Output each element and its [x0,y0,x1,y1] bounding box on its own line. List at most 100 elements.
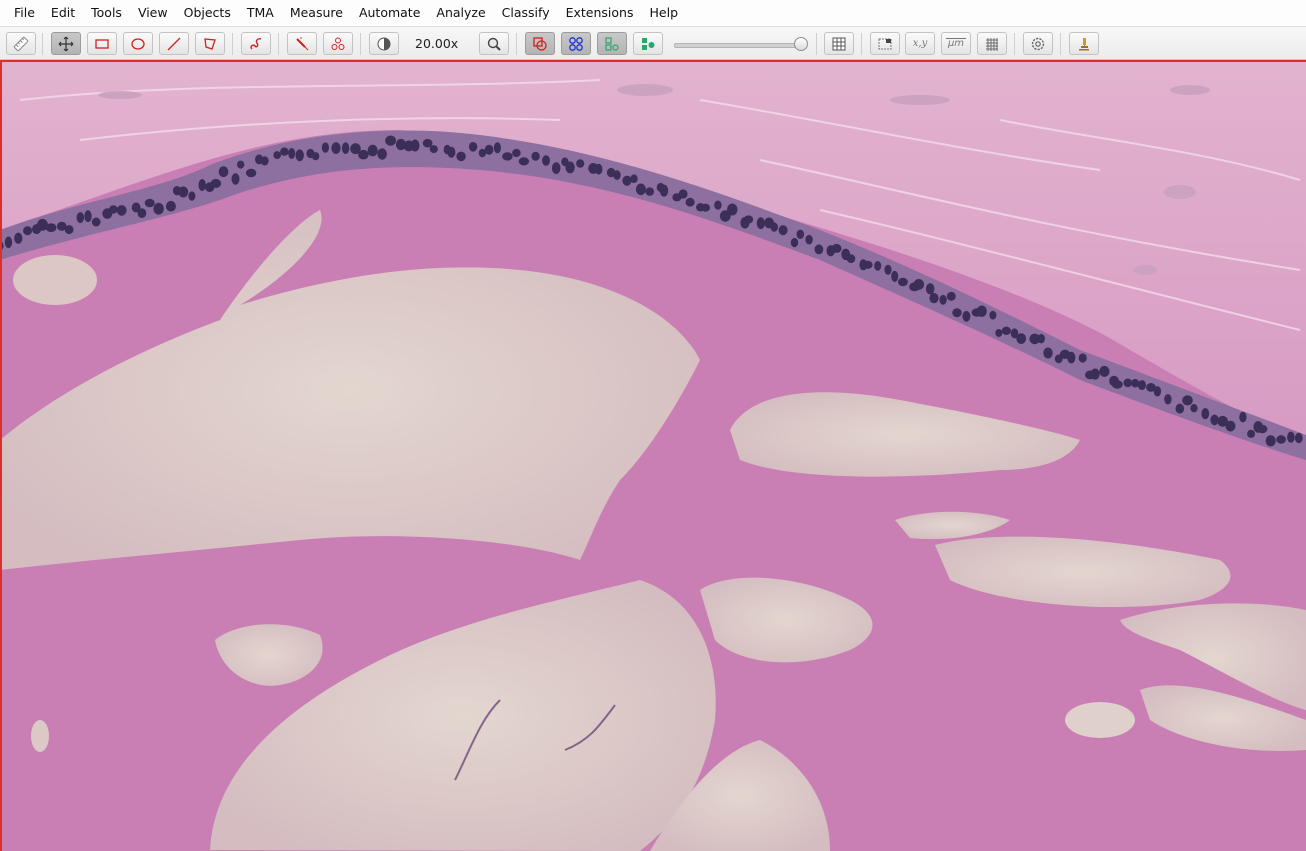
brush-tool-icon [296,36,309,50]
nucleus [1001,326,1012,335]
fill-detections-button[interactable] [633,32,663,55]
menu-tools[interactable]: Tools [83,0,130,26]
nucleus [260,156,269,166]
microscope-button[interactable] [1069,32,1099,55]
menu-file[interactable]: File [0,0,43,26]
menu-analyze[interactable]: Analyze [428,0,493,26]
nucleus [1247,429,1256,438]
nucleus [385,135,396,146]
nucleus [542,155,550,166]
menu-tma[interactable]: TMA [239,0,282,26]
polygon-tool-button[interactable] [195,32,225,55]
show-overview-button[interactable] [870,32,900,55]
image-viewer[interactable] [0,60,1306,851]
nucleus [518,157,530,166]
nucleus [237,160,245,169]
nucleus [367,144,378,157]
points-tool-button[interactable] [323,32,353,55]
nucleus [1153,386,1162,397]
measure-tool-button[interactable] [6,32,36,55]
nucleus [218,166,229,178]
nucleus [1294,432,1303,444]
menu-objects[interactable]: Objects [176,0,239,26]
nucleus [23,226,33,236]
nucleus [630,174,638,183]
nucleus [512,148,521,158]
nucleus [622,175,632,186]
nucleus [862,260,873,269]
fill-detections-icon [642,37,655,50]
show-scalebar-button[interactable]: µm [941,32,971,55]
nucleus [913,279,925,290]
nucleus [743,215,754,224]
nucleus [778,225,788,236]
nucleus [502,152,513,161]
show-detections-button[interactable] [597,32,627,55]
nucleus [814,244,824,255]
nucleus [1287,431,1295,443]
line-tool-icon [167,37,181,50]
menu-automate[interactable]: Automate [351,0,428,26]
nucleus [4,236,13,249]
nucleus [116,205,127,216]
nucleus [153,202,164,215]
nucleus [331,142,341,154]
menu-classify[interactable]: Classify [494,0,558,26]
nucleus [178,186,189,198]
nucleus [645,187,655,196]
brightness-contrast-button[interactable] [369,32,399,55]
nucleus [1123,378,1133,388]
nucleus [756,217,765,230]
nucleus [1175,403,1185,414]
move-tool-button[interactable] [51,32,81,55]
show-tma-grid-button[interactable] [561,32,591,55]
nucleus [1201,408,1210,420]
nucleus [109,205,118,214]
detection-opacity-slider[interactable] [674,37,810,51]
nucleus [429,145,438,154]
menu-view[interactable]: View [130,0,176,26]
preferences-button[interactable] [1023,32,1053,55]
menu-edit[interactable]: Edit [43,0,83,26]
brush-tool-button[interactable] [287,32,317,55]
show-cursor-location-button[interactable]: x,y [905,32,935,55]
nucleus [447,146,456,158]
table-icon [832,37,846,50]
nucleus [84,210,92,223]
zoom-to-fit-button[interactable] [479,32,509,55]
slider-thumb[interactable] [794,37,808,51]
nucleus [1276,435,1286,444]
nucleus [468,142,478,152]
nucleus [1078,353,1087,363]
line-tool-button[interactable] [159,32,189,55]
nucleus [144,198,155,208]
show-grid-button[interactable] [977,32,1007,55]
rectangle-tool-button[interactable] [87,32,117,55]
nucleus [45,223,57,233]
nucleus [1111,380,1123,389]
nucleus [288,148,296,159]
settings-icon [1031,37,1045,50]
polygon-tool-icon [204,37,216,50]
nucleus [1037,334,1045,344]
nucleus [76,212,85,224]
polyline-tool-button[interactable] [241,32,271,55]
nucleus [1257,424,1268,434]
nucleus [897,277,908,287]
nucleus [14,232,23,244]
nucleus [995,329,1003,337]
menu-help[interactable]: Help [642,0,687,26]
nucleus [939,294,947,305]
show-annotations-button[interactable] [525,32,555,55]
cursor-location-icon: x,y [912,38,928,49]
ellipse-tool-button[interactable] [123,32,153,55]
nucleus [377,148,387,160]
nucleus [245,168,257,178]
nucleus [891,270,899,282]
nucleus [165,200,176,212]
measurement-table-button[interactable] [824,32,854,55]
nucleus [273,151,282,160]
menu-measure[interactable]: Measure [282,0,351,26]
nucleus [976,305,987,317]
menu-extensions[interactable]: Extensions [558,0,642,26]
